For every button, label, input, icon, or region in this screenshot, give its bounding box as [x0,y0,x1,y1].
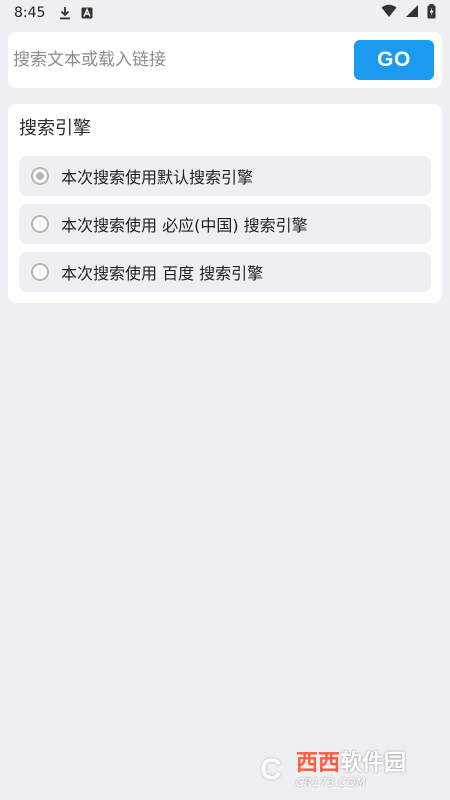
status-time: 8:45 [14,5,46,21]
watermark-badge: C [260,753,282,786]
radio-button[interactable] [31,215,49,233]
engine-option-baidu[interactable]: 本次搜索使用 百度 搜索引擎 [19,252,431,292]
watermark-brand-white: 软件园 [340,750,407,776]
watermark-text: 西西软件园 CR173.COM [296,750,407,789]
download-icon [59,6,71,20]
watermark-brand: 西西软件园 [296,750,407,776]
watermark-brand-red: 西西 [296,750,341,776]
go-button[interactable]: GO [354,40,434,80]
watermark-url: CR173.COM [296,775,367,789]
watermark-logo: C 西西软件园 CR173.COM [250,747,440,793]
status-bar: 8:45 [0,0,450,26]
signal-icon [405,4,419,22]
engine-option-label: 本次搜索使用默认搜索引擎 [61,168,254,187]
search-engine-title: 搜索引擎 [19,118,91,139]
radio-button-selected[interactable] [31,167,49,185]
wifi-icon [381,4,397,22]
radio-button[interactable] [31,263,49,281]
search-bar: GO [8,32,442,88]
battery-charging-icon [427,3,436,23]
a-box-icon [81,7,93,19]
screen: 8:45 搜索文本或载入链接 GO 搜索引擎 本次搜索使用默认搜索引擎 本次搜索… [0,0,450,800]
engine-option-label: 本次搜索使用 必应(中国) 搜索引擎 [61,216,308,235]
engine-option-default[interactable]: 本次搜索使用默认搜索引擎 [19,156,431,196]
status-right [381,3,436,23]
radio-dot [36,172,44,180]
engine-option-label: 本次搜索使用 百度 搜索引擎 [61,264,264,283]
search-input[interactable] [13,40,354,80]
search-engine-card: 搜索引擎 本次搜索使用默认搜索引擎 本次搜索使用 必应(中国) 搜索引擎 本次搜… [8,104,442,303]
engine-option-bing[interactable]: 本次搜索使用 必应(中国) 搜索引擎 [19,204,431,244]
